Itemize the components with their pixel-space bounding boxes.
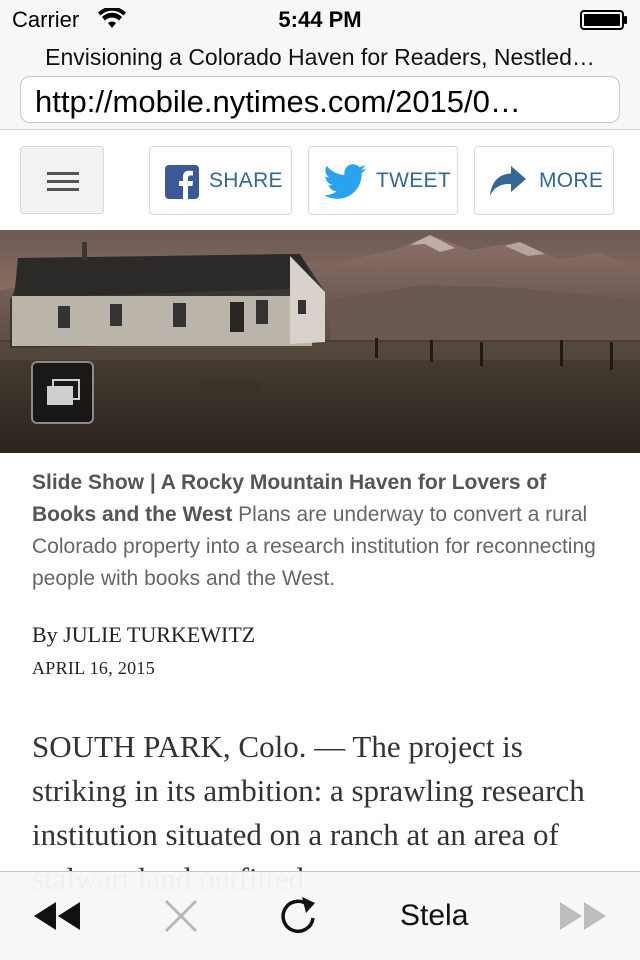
address-bar[interactable]: http://mobile.nytimes.com/2015/0… (20, 76, 620, 123)
tweet-button[interactable]: TWEET (308, 146, 458, 215)
hamburger-icon (47, 172, 79, 175)
tweet-label: TWEET (376, 169, 451, 192)
hamburger-icon-bar (47, 188, 79, 191)
slideshow-icon (47, 379, 80, 405)
more-share-button[interactable]: MORE (474, 146, 614, 215)
image-caption: Slide Show | A Rocky Mountain Haven for … (32, 467, 608, 595)
ranch-landscape-photo (0, 230, 640, 453)
status-bar: Carrier 5:44 PM (0, 0, 640, 40)
facebook-icon (165, 165, 199, 199)
share-toolbar: SHARE TWEET MORE (0, 130, 640, 230)
bottom-toolbar: Stela (0, 871, 640, 960)
fast-forward-icon[interactable] (558, 900, 608, 932)
url-text: http://mobile.nytimes.com/2015/0… (35, 84, 521, 119)
rewind-icon[interactable] (32, 900, 82, 932)
battery-icon (580, 10, 627, 30)
hero-image[interactable] (0, 230, 640, 453)
slideshow-button[interactable] (31, 361, 94, 424)
reload-icon[interactable] (278, 894, 318, 936)
menu-button[interactable] (20, 146, 104, 214)
close-icon[interactable] (163, 898, 199, 934)
stela-button[interactable]: Stela (400, 899, 468, 933)
dateline: APRIL 16, 2015 (32, 658, 156, 678)
byline: By JULIE TURKEWITZ (32, 622, 256, 647)
hamburger-icon-bar (47, 180, 79, 183)
facebook-share-label: SHARE (209, 169, 283, 192)
facebook-share-button[interactable]: SHARE (149, 146, 292, 215)
page-title: Envisioning a Colorado Haven for Readers… (45, 44, 595, 70)
share-arrow-icon (490, 166, 526, 196)
twitter-icon (325, 164, 366, 199)
clock: 5:44 PM (278, 7, 362, 32)
more-label: MORE (539, 169, 604, 192)
